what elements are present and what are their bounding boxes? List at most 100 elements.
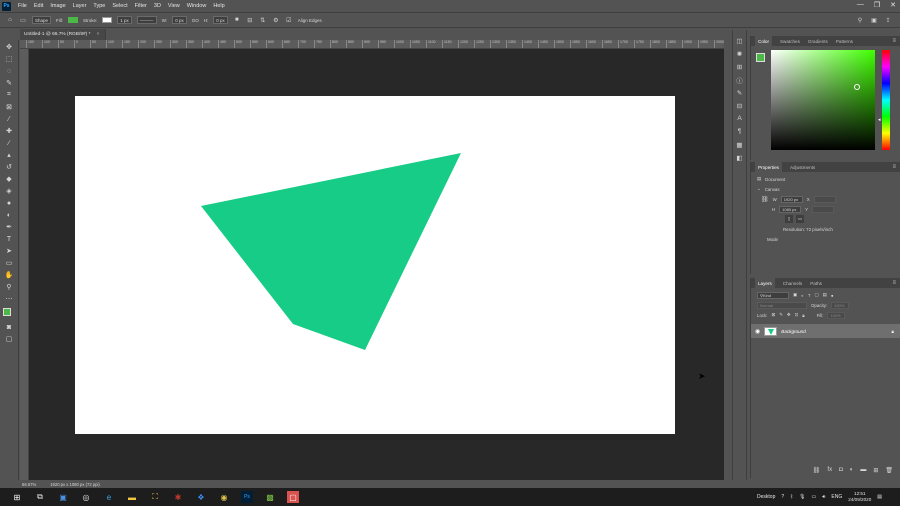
steam-icon[interactable]: ◎ [80,491,92,503]
workspace-icon[interactable]: ▣ [870,16,878,24]
crop-tool-icon[interactable]: ⌗ [4,90,15,100]
bluetooth-icon[interactable]: ᛒ [790,494,793,500]
new-adjustment-icon[interactable]: ◐ [850,467,854,474]
vertical-ruler[interactable] [20,49,29,480]
clone-stamp-icon[interactable]: ▴ [4,150,15,160]
width-input[interactable]: 0 px [172,16,187,24]
search-icon[interactable]: ⚲ [856,16,864,24]
panel-menu-icon[interactable]: ≡ [892,38,896,44]
taskbar-app-icon[interactable]: ▣ [57,491,69,503]
color-picker-marker[interactable] [854,84,860,90]
adjustments-icon[interactable]: ⊟ [735,101,744,110]
store-icon[interactable]: ⛶ [149,491,161,503]
menu-select[interactable]: Select [112,3,127,9]
new-layer-icon[interactable]: ⊞ [873,467,878,474]
tab-properties[interactable]: Properties [755,162,782,172]
shape-tool-icon[interactable]: ▭ [4,258,15,268]
brushes-icon[interactable]: ✎ [735,88,744,97]
layer-name[interactable]: Background [781,329,806,334]
link-layers-icon[interactable]: ⛓ [813,467,821,474]
photoshop-taskbar-icon[interactable]: Ps [241,491,253,503]
green-app-icon[interactable]: ▩ [264,491,276,503]
color-picker-field[interactable] [771,50,875,150]
layer-comps-icon[interactable]: ◧ [735,153,744,162]
settings-gear-icon[interactable]: ⚙ [272,16,280,24]
network-icon[interactable]: ▭ [812,494,817,500]
canvas-width-input[interactable]: 1920 px [780,195,803,203]
tab-adjustments[interactable]: Adjustments [790,165,815,170]
info-panel-icon[interactable]: ⓘ [735,75,744,85]
hue-slider-handle-icon[interactable]: ◂ [878,117,881,123]
close-tab-icon[interactable]: × [96,32,99,37]
desktop-label[interactable]: Desktop [757,494,775,500]
zoom-tool-icon[interactable]: ⚲ [4,282,15,292]
tab-channels[interactable]: Channels [783,281,802,286]
landscape-icon[interactable]: ▭ [796,215,804,223]
task-view-icon[interactable]: ⧉ [34,491,46,503]
document-canvas[interactable] [75,96,675,434]
red-square-app-icon[interactable]: ▢ [287,491,299,503]
stroke-width-input[interactable]: 1 px [117,16,132,24]
lock-position-icon[interactable]: ✥ [787,312,791,318]
height-input[interactable]: 0 px [213,16,228,24]
menu-file[interactable]: File [18,3,27,9]
filter-shape-icon[interactable]: ▢ [815,292,819,298]
maximize-icon[interactable]: ❐ [874,1,880,9]
fill-swatch[interactable] [68,17,79,23]
minimize-icon[interactable]: — [857,1,864,9]
paragraph-panel-icon[interactable]: ¶ [735,127,744,136]
filter-pixel-icon[interactable]: ▣ [793,292,797,298]
file-explorer-icon[interactable]: ▬ [126,491,138,503]
tab-paths[interactable]: Paths [810,281,822,286]
brush-tool-icon[interactable]: ∕ [4,138,15,148]
foreground-color-swatch[interactable] [3,308,11,316]
clock[interactable]: 12:51 24/09/2020 [848,491,871,503]
shape-mode-select[interactable]: Shape [32,16,52,24]
healing-brush-icon[interactable]: ✚ [4,126,15,136]
new-group-icon[interactable]: ▬ [860,467,866,474]
screen-mode-icon[interactable]: ▢ [4,334,15,344]
properties-panel-icon[interactable]: ▦ [735,140,744,149]
move-tool-icon[interactable]: ✥ [4,42,15,52]
menu-help[interactable]: Help [213,3,224,9]
libraries-icon[interactable]: ⊞ [735,62,744,71]
lock-artboard-icon[interactable]: ⊡ [795,312,799,318]
panel-menu-icon[interactable]: ≡ [892,280,896,286]
canvas-x-input[interactable] [813,195,836,203]
lock-image-icon[interactable]: ✎ [779,312,783,318]
path-alignment-icon[interactable]: ⊟ [246,16,254,24]
chrome-icon[interactable]: ◉ [218,491,230,503]
add-mask-icon[interactable]: ◘ [839,467,843,474]
help-icon[interactable]: ? [781,494,784,500]
quick-mask-icon[interactable]: ◙ [4,322,15,332]
horizontal-ruler[interactable]: 150 100 50 0 50 100 150 200 250 300 350 400 450 500 55… [20,40,724,49]
canvas-section[interactable]: ⌄ Canvas [751,184,900,194]
tab-swatches[interactable]: Swatches [780,39,800,44]
menu-layer[interactable]: Layer [73,3,87,9]
red-app-icon[interactable]: ✱ [172,491,184,503]
filter-toggle-icon[interactable]: ● [831,293,834,298]
fill-input[interactable]: 100% [827,311,846,319]
canvas-y-input[interactable] [812,205,835,213]
blur-tool-icon[interactable]: ● [4,198,15,208]
stroke-type-select[interactable]: ——— [136,16,157,24]
pen-tool-icon[interactable]: ✒ [4,222,15,232]
microphone-icon[interactable]: 🎙︎ [799,494,805,500]
link-dimensions-icon[interactable]: GO [192,18,199,23]
align-edges-checkbox[interactable]: ☑ [285,16,293,24]
document-tab[interactable]: Untitled-1 @ 66.7% (RGB/8#) * × [20,29,106,40]
menu-type[interactable]: Type [93,3,105,9]
color-panel-foreground-swatch[interactable] [756,53,765,62]
quick-select-tool-icon[interactable]: ✎ [4,78,15,88]
canvas-height-input[interactable]: 1080 px [779,205,802,213]
volume-icon[interactable]: 🔊︎ [822,494,825,500]
character-panel-icon[interactable]: A [735,114,744,123]
eyedropper-tool-icon[interactable]: ⁄ [4,114,15,124]
filter-smart-icon[interactable]: ▤ [823,292,827,298]
panel-menu-icon[interactable]: ≡ [892,164,896,170]
visibility-eye-icon[interactable]: ◉ [755,328,760,335]
type-tool-icon[interactable]: T [4,234,15,244]
menu-edit[interactable]: Edit [34,3,43,9]
layer-kind-filter[interactable]: ⚲ Kind [757,291,789,299]
tool-preset-icon[interactable]: ▭ [19,16,27,24]
